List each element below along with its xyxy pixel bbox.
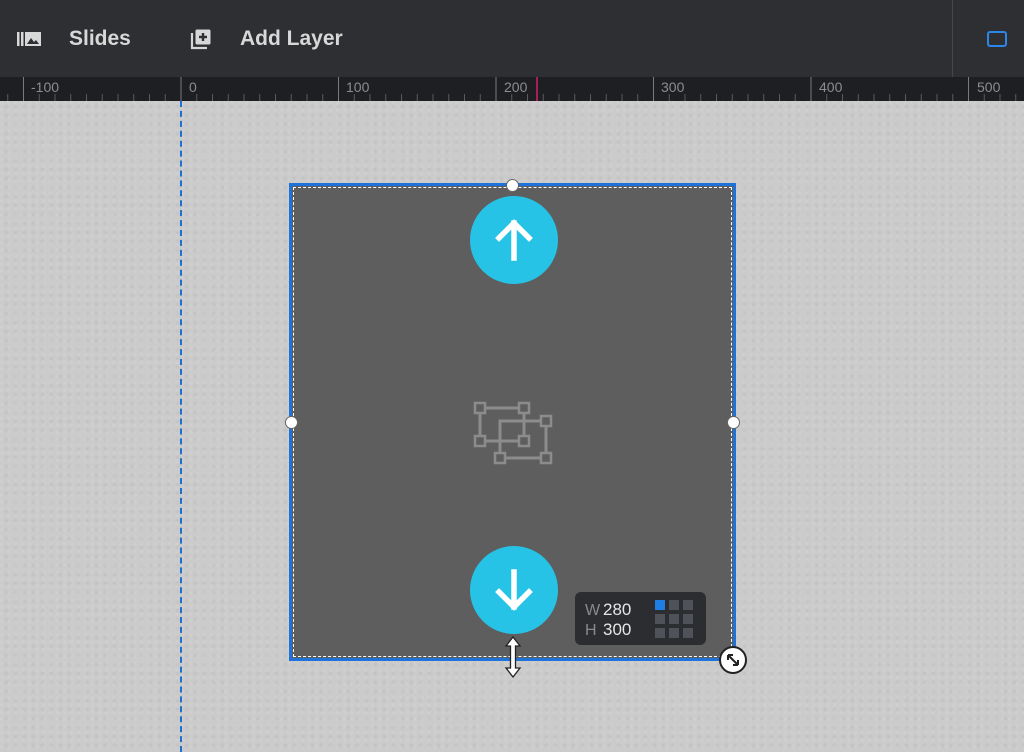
width-value: 280 <box>603 600 632 619</box>
corner-resize-handle[interactable] <box>719 646 747 674</box>
slides-label: Slides <box>69 26 131 50</box>
slides-library-icon <box>16 29 42 49</box>
toolbar-divider <box>952 0 953 77</box>
add-layer-icon <box>189 27 213 51</box>
ruler-label: 0 <box>189 79 197 95</box>
height-value: 300 <box>603 620 632 639</box>
arrow-down-icon <box>495 569 533 611</box>
resize-handle-top[interactable] <box>506 179 519 192</box>
top-toolbar: Slides Add Layer <box>0 0 1024 77</box>
vertical-resize-cursor-icon <box>503 635 523 679</box>
align-cell[interactable] <box>683 614 693 624</box>
alignment-grid[interactable] <box>655 600 693 638</box>
desktop-device-icon <box>986 30 1008 48</box>
resize-handle-left[interactable] <box>285 416 298 429</box>
align-cell[interactable] <box>669 600 679 610</box>
align-cell[interactable] <box>655 628 665 638</box>
ruler-label: 400 <box>819 79 843 95</box>
add-layer-button[interactable]: Add Layer <box>189 0 343 77</box>
align-cell[interactable] <box>683 600 693 610</box>
diagonal-resize-icon <box>727 654 739 666</box>
horizontal-ruler[interactable]: -100 0 100 200 300 400 500 <box>0 77 1024 101</box>
ruler-label: 200 <box>504 79 528 95</box>
device-desktop-button[interactable] <box>986 0 1008 77</box>
width-row: W 280 <box>585 600 631 620</box>
arrow-down-button[interactable] <box>470 546 558 634</box>
ruler-label: 500 <box>977 79 1001 95</box>
group-layer-icon <box>472 400 556 471</box>
vertical-guide-line[interactable] <box>180 101 182 752</box>
ruler-label: 300 <box>661 79 685 95</box>
ruler-label: -100 <box>31 79 60 95</box>
resize-handle-right[interactable] <box>727 416 740 429</box>
align-cell[interactable] <box>655 600 665 610</box>
height-key: H <box>585 622 597 639</box>
slides-button[interactable]: Slides <box>16 0 131 77</box>
align-cell[interactable] <box>655 614 665 624</box>
size-readout-panel: W 280 H 300 <box>575 592 706 645</box>
add-layer-label: Add Layer <box>240 26 343 50</box>
ruler-label: 100 <box>346 79 370 95</box>
align-cell[interactable] <box>669 614 679 624</box>
align-cell[interactable] <box>669 628 679 638</box>
arrow-up-button[interactable] <box>470 196 558 284</box>
align-cell[interactable] <box>683 628 693 638</box>
height-row: H 300 <box>585 620 631 640</box>
arrow-up-icon <box>495 219 533 261</box>
selected-layer[interactable] <box>289 183 736 661</box>
width-key: W <box>585 602 601 619</box>
